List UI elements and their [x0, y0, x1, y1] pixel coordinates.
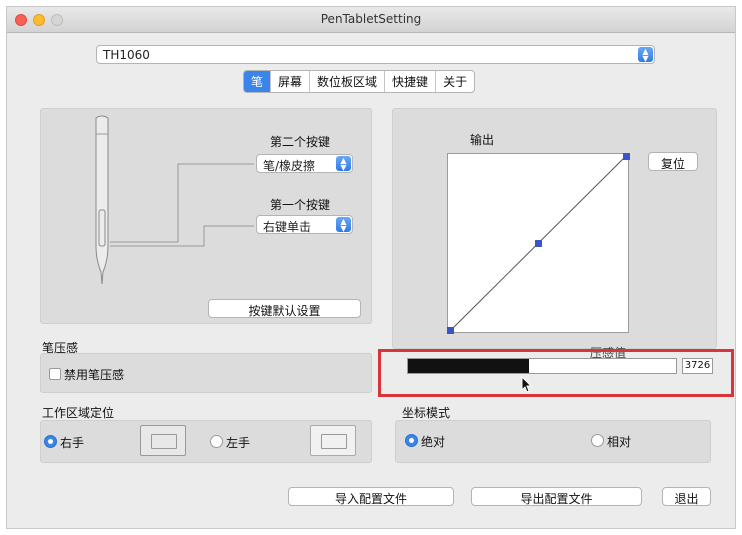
tab-about[interactable]: 关于: [436, 71, 474, 92]
export-config-button[interactable]: 导出配置文件: [471, 487, 642, 506]
device-select[interactable]: TH1060 ▲ ▼: [96, 45, 655, 64]
second-button-value: 笔/橡皮擦: [263, 159, 316, 173]
right-hand-tablet-icon[interactable]: [140, 425, 186, 456]
disable-pressure-label: 禁用笔压感: [64, 368, 125, 382]
tab-pen[interactable]: 笔: [244, 71, 272, 92]
curve-handle-mid[interactable]: [535, 240, 542, 247]
reset-button[interactable]: 复位: [648, 152, 698, 171]
disable-pressure-checkbox[interactable]: [49, 368, 61, 380]
select-arrows-icon: ▲ ▼: [638, 47, 653, 63]
tab-bar: 笔 屏幕 数位板区域 快捷键 关于: [243, 70, 476, 93]
left-hand-label: 左手: [226, 436, 251, 450]
mouse-cursor-icon: [521, 376, 533, 393]
select-arrows-icon: ▲ ▼: [336, 217, 351, 233]
select-arrows-icon: ▲ ▼: [336, 156, 351, 172]
absolute-label: 绝对: [421, 435, 446, 449]
import-config-button[interactable]: 导入配置文件: [288, 487, 454, 506]
tab-shortcuts[interactable]: 快捷键: [385, 71, 437, 92]
absolute-radio[interactable]: [405, 434, 418, 447]
relative-radio[interactable]: [591, 434, 604, 447]
pressure-curve-graph[interactable]: [447, 153, 630, 334]
output-label: 输出: [470, 133, 495, 147]
device-select-value: TH1060: [103, 48, 150, 62]
default-button-settings[interactable]: 按键默认设置: [208, 299, 361, 318]
coords-group-label: 坐标模式: [402, 406, 451, 420]
tab-screen[interactable]: 屏幕: [271, 71, 311, 92]
left-hand-tablet-icon[interactable]: [310, 425, 356, 456]
curve-handle-end[interactable]: [623, 153, 630, 160]
first-button-select[interactable]: 右键单击 ▲ ▼: [256, 215, 353, 234]
highlight-box: [378, 349, 734, 397]
tab-tablet-area[interactable]: 数位板区域: [310, 71, 386, 92]
curve-handle-start[interactable]: [447, 327, 454, 334]
window-title: PenTabletSetting: [320, 12, 422, 26]
title-bar: PenTabletSetting: [7, 7, 735, 33]
connector-lines: [110, 163, 254, 247]
second-button-select[interactable]: 笔/橡皮擦 ▲ ▼: [256, 154, 353, 173]
second-button-label: 第二个按键: [270, 135, 331, 149]
right-hand-label: 右手: [60, 436, 85, 450]
left-hand-radio[interactable]: [210, 435, 223, 448]
workarea-group-label: 工作区域定位: [42, 406, 115, 420]
first-button-label: 第一个按键: [270, 198, 331, 212]
relative-label: 相对: [607, 435, 632, 449]
right-hand-radio[interactable]: [44, 435, 57, 448]
first-button-value: 右键单击: [263, 220, 312, 234]
exit-button[interactable]: 退出: [662, 487, 711, 506]
